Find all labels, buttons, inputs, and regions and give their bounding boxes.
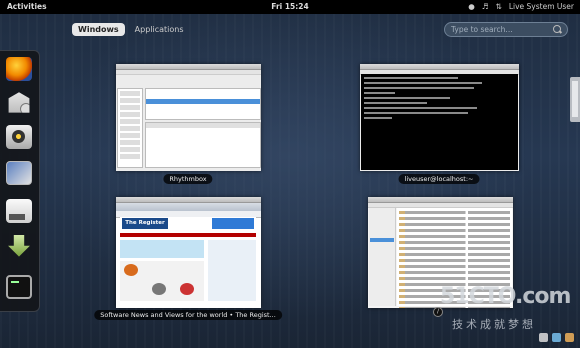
window-caption-rhythmbox: Rhythmbox	[163, 174, 213, 184]
accessibility-icon[interactable]: ●	[468, 0, 475, 14]
status-area: ● ♬ ⇅ Live System User	[468, 0, 574, 14]
window-caption-terminal: liveuser@localhost:~	[398, 174, 480, 184]
network-icon[interactable]: ⇅	[496, 0, 502, 14]
window-caption-firefox: Software News and Views for the world • …	[94, 310, 282, 320]
library-sidebar	[117, 88, 143, 168]
places-sidebar	[369, 208, 396, 306]
tab-applications[interactable]: Applications	[129, 23, 190, 36]
track-list	[145, 122, 261, 168]
story-block	[120, 261, 204, 301]
tray-icon[interactable]	[565, 333, 574, 342]
site-masthead: The Register	[120, 217, 256, 231]
libreoffice-icon[interactable]	[6, 199, 32, 223]
search-box[interactable]	[444, 22, 568, 37]
terminal-screen	[361, 74, 518, 170]
window-thumbnail-terminal[interactable]	[360, 64, 519, 171]
watermark-tagline: 技术成就梦想	[452, 318, 536, 331]
sidebar-column	[208, 240, 256, 301]
banner-ad	[212, 218, 254, 229]
firefox-icon[interactable]	[6, 57, 32, 81]
search-input[interactable]	[451, 24, 551, 35]
tab-windows[interactable]: Windows	[72, 23, 125, 36]
dash	[0, 50, 40, 312]
software-install-icon[interactable]	[8, 235, 30, 257]
workspace-thumbnail[interactable]	[570, 77, 580, 122]
watermark: 51CTO.com	[440, 284, 571, 309]
tray-icon[interactable]	[539, 333, 548, 342]
headline-block	[120, 240, 204, 258]
site-nav	[120, 233, 256, 237]
user-menu[interactable]: Live System User	[509, 0, 574, 14]
top-panel: Activities Fri 15:24 ● ♬ ⇅ Live System U…	[0, 0, 580, 14]
view-selector: Windows Applications	[72, 23, 190, 36]
volume-icon[interactable]: ♬	[482, 0, 489, 14]
shotwell-icon[interactable]	[6, 161, 32, 185]
search-icon	[553, 25, 561, 33]
site-logo: The Register	[122, 218, 168, 229]
window-thumbnail-firefox[interactable]: The Register	[116, 197, 261, 308]
window-thumbnail-rhythmbox[interactable]	[116, 64, 261, 171]
tray-icon[interactable]	[552, 333, 561, 342]
window-menubar	[116, 70, 261, 75]
rhythmbox-icon[interactable]	[6, 125, 32, 149]
evolution-icon[interactable]	[8, 92, 30, 113]
message-tray	[539, 333, 574, 342]
terminal-icon[interactable]	[6, 275, 32, 299]
browser-tabs	[116, 203, 261, 211]
browser-pane	[145, 88, 261, 120]
